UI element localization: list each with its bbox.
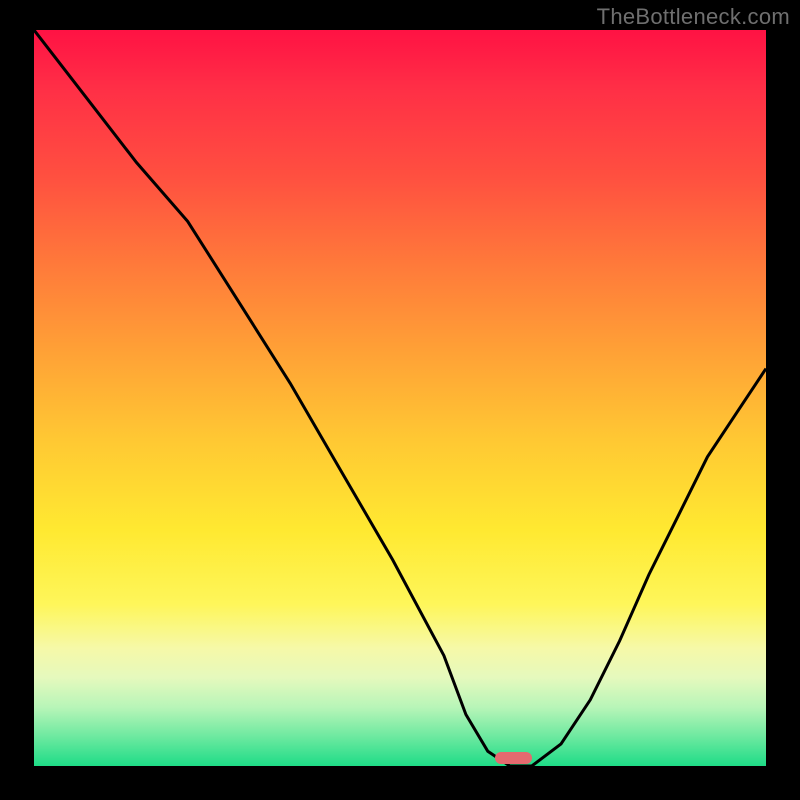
curve-svg [34,30,766,766]
plot-area [34,30,766,766]
bottleneck-curve [34,30,766,766]
chart-frame: TheBottleneck.com [0,0,800,800]
optimal-marker [495,752,532,764]
watermark-text: TheBottleneck.com [597,4,790,30]
